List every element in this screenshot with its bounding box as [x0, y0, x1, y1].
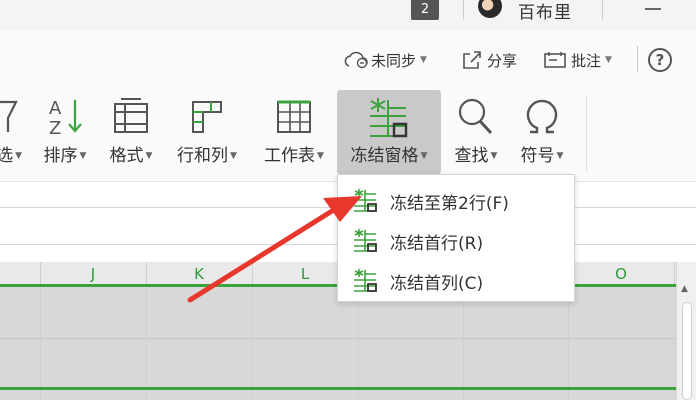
vertical-scrollbar[interactable]: ▲: [676, 262, 696, 400]
sort-az-icon: A Z: [45, 96, 85, 142]
omega-symbol-icon: [522, 96, 562, 142]
svg-text:Z: Z: [49, 118, 61, 138]
scroll-up-icon[interactable]: ▲: [681, 284, 688, 294]
worksheet-icon: [274, 96, 314, 142]
column-header-k[interactable]: K: [146, 262, 252, 286]
scrollbar-thumb[interactable]: [682, 302, 692, 400]
comment-label: 批注: [571, 51, 602, 70]
share-button[interactable]: 分享: [461, 50, 517, 70]
minimize-button[interactable]: [645, 8, 661, 10]
search-icon: [456, 96, 496, 142]
rows-columns-button[interactable]: 行和列 ▼: [166, 90, 248, 174]
title-divider: [602, 0, 603, 20]
worksheet-button[interactable]: 工作表 ▼: [254, 90, 334, 174]
menu-item-freeze-to-row[interactable]: 冻结至第2行(F): [338, 179, 574, 219]
freeze-first-column-icon: [352, 268, 378, 296]
chevron-down-icon: ▼: [15, 151, 22, 161]
find-button[interactable]: 查找 ▼: [444, 90, 508, 174]
rows-columns-icon: [187, 96, 227, 142]
window-count-badge[interactable]: 2: [411, 0, 439, 20]
chevron-down-icon: ▼: [420, 151, 428, 161]
column-header-o[interactable]: O: [568, 262, 674, 286]
title-divider: [463, 0, 464, 20]
sort-label: 排序: [43, 146, 78, 166]
menu-item-label: 冻结首列(C): [390, 274, 484, 294]
freeze-panes-button[interactable]: 冻结窗格 ▼: [337, 90, 441, 174]
rows-columns-label: 行和列: [177, 146, 229, 166]
worksheet-label: 工作表: [264, 146, 316, 166]
sync-label: 未同步: [371, 51, 417, 70]
symbol-label: 符号: [520, 146, 555, 166]
column-gridline: [146, 262, 147, 400]
column-header-j[interactable]: J: [40, 262, 146, 286]
freeze-to-row-icon: [352, 188, 378, 216]
ribbon-divider: [586, 96, 587, 172]
filter-button[interactable]: 选 ▼: [0, 90, 22, 174]
find-label: 查找: [454, 146, 489, 166]
symbol-button[interactable]: 符号 ▼: [512, 90, 572, 174]
chevron-down-icon: ▼: [79, 151, 87, 161]
chevron-down-icon: ▼: [230, 151, 237, 161]
column-gridline: [252, 262, 253, 400]
collab-divider: [637, 46, 638, 72]
column-gridline: [40, 262, 41, 400]
filter-label: 选: [0, 146, 14, 166]
comment-icon: [543, 50, 571, 70]
format-button[interactable]: 格式 ▼: [100, 90, 162, 174]
menu-item-label: 冻结至第2行(F): [390, 194, 509, 214]
sort-button[interactable]: A Z 排序 ▼: [36, 90, 94, 174]
comment-button[interactable]: 批注 ▼: [543, 50, 612, 70]
help-button[interactable]: ?: [648, 48, 672, 72]
share-icon: [461, 50, 487, 70]
share-label: 分享: [487, 51, 518, 70]
freeze-panes-icon: [366, 96, 412, 144]
filter-icon: [0, 96, 20, 140]
freeze-panes-menu: 冻结至第2行(F) 冻结首行(R) 冻结首列(C): [337, 174, 575, 302]
cloud-sync-icon: [343, 50, 371, 70]
row-gridline: [0, 338, 676, 339]
cell-grid[interactable]: [0, 286, 676, 400]
chevron-down-icon: ▼: [317, 151, 324, 161]
menu-item-label: 冻结首行(R): [390, 234, 484, 254]
chevron-down-icon: ▼: [556, 151, 564, 161]
freeze-line: [0, 387, 676, 390]
chevron-down-icon: ▼: [420, 55, 427, 65]
format-icon: [111, 96, 151, 142]
format-label: 格式: [109, 146, 144, 166]
freeze-panes-label: 冻结窗格: [350, 146, 419, 166]
freeze-first-row-icon: [352, 228, 378, 256]
column-gridline: [674, 262, 675, 400]
sync-button[interactable]: 未同步 ▼: [343, 50, 427, 70]
title-bar: [0, 0, 696, 30]
chevron-down-icon: ▼: [145, 151, 153, 161]
user-name[interactable]: 百布里: [518, 0, 572, 23]
svg-text:A: A: [49, 98, 62, 119]
chevron-down-icon: ▼: [605, 55, 612, 65]
menu-item-freeze-first-row[interactable]: 冻结首行(R): [338, 219, 574, 259]
menu-item-freeze-first-column[interactable]: 冻结首列(C): [338, 259, 574, 299]
chevron-down-icon: ▼: [490, 151, 498, 161]
